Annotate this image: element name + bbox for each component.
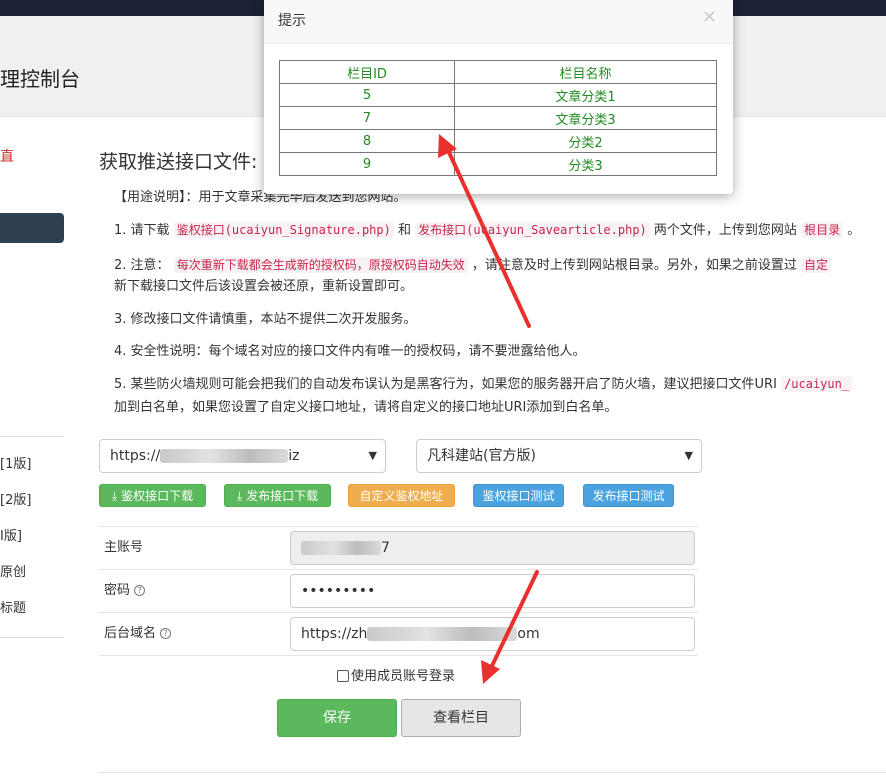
annotation-arrows [438,134,539,684]
arrow-to-view-columns [481,570,539,684]
arrow-to-table [438,134,531,328]
